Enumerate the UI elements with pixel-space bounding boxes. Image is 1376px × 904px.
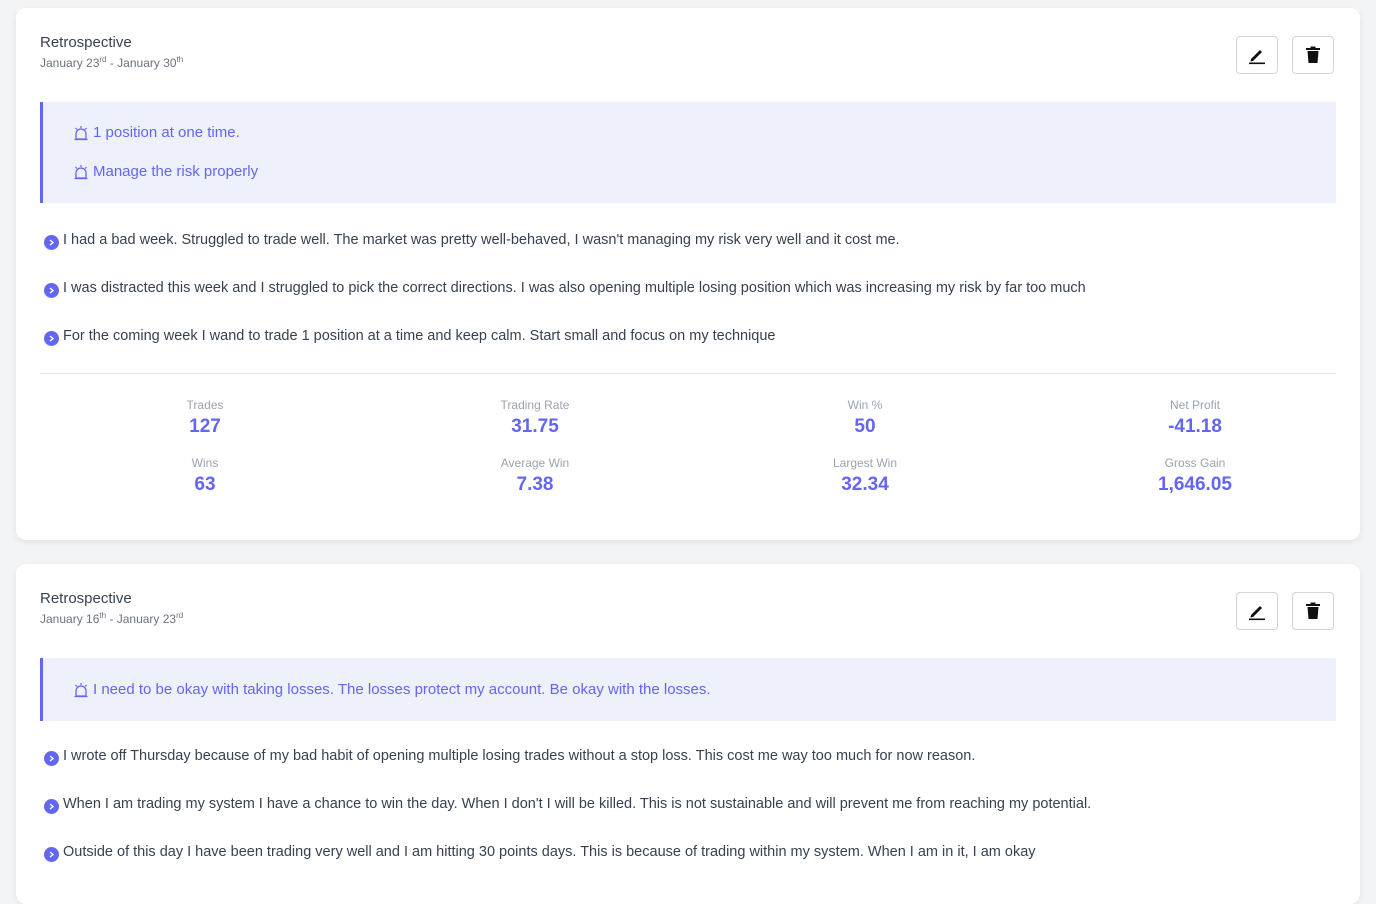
- note-text: When I am trading my system I have a cha…: [63, 796, 1092, 812]
- card-header: Retrospective January 16th - January 23r…: [40, 590, 183, 626]
- goal-text: I need to be okay with taking losses. Th…: [93, 681, 711, 698]
- goal-text: Manage the risk properly: [93, 163, 259, 180]
- stat-label: Trades: [186, 398, 224, 412]
- stat-trades: Trades 127: [40, 398, 370, 438]
- retrospective-card: Retrospective January 23rd - January 30t…: [16, 8, 1360, 540]
- pencil-icon: [1249, 606, 1265, 621]
- start-date: January 16: [40, 612, 100, 626]
- stat-value: 1,646.05: [1158, 474, 1232, 495]
- goal-item: 1 position at one time.: [73, 113, 1336, 152]
- card-title: Retrospective: [40, 590, 132, 607]
- chevron-right-icon: [44, 282, 59, 298]
- edit-button[interactable]: [1236, 592, 1278, 630]
- chevron-right-icon: [44, 750, 59, 766]
- date-range: January 23rd - January 30th: [40, 55, 183, 70]
- trash-icon: [1306, 46, 1320, 63]
- stats-grid: Trades 127 Trading Rate 31.75 Win % 50 N…: [40, 398, 1360, 496]
- stat-label: Net Profit: [1169, 398, 1220, 412]
- chevron-right-icon: [44, 234, 59, 250]
- stat-trading-rate: Trading Rate 31.75: [370, 398, 700, 438]
- stat-largest-win: Largest Win 32.34: [700, 456, 1030, 496]
- note-text: I had a bad week. Struggled to trade wel…: [63, 232, 900, 248]
- end-date: January 23: [116, 612, 177, 626]
- chevron-right-icon: [44, 846, 59, 862]
- notes-list: I wrote off Thursday because of my bad h…: [44, 732, 1344, 876]
- note-text: I wrote off Thursday because of my bad h…: [63, 748, 976, 764]
- stat-label: Win %: [847, 398, 883, 412]
- list-item: For the coming week I wand to trade 1 po…: [44, 312, 1344, 360]
- list-item: When I am trading my system I have a cha…: [44, 780, 1344, 828]
- end-date-suffix: rd: [176, 611, 184, 620]
- note-text: For the coming week I wand to trade 1 po…: [63, 328, 776, 344]
- card-header: Retrospective January 23rd - January 30t…: [40, 34, 183, 70]
- card-title: Retrospective: [40, 34, 132, 51]
- retrospective-card: Retrospective January 16th - January 23r…: [16, 564, 1360, 904]
- goal-text: 1 position at one time.: [93, 124, 240, 141]
- goals-panel: I need to be okay with taking losses. Th…: [40, 658, 1336, 721]
- stat-label: Wins: [191, 456, 219, 470]
- alarm-icon: [74, 164, 88, 179]
- edit-button[interactable]: [1236, 36, 1278, 74]
- list-item: I wrote off Thursday because of my bad h…: [44, 732, 1344, 780]
- notes-list: I had a bad week. Struggled to trade wel…: [44, 216, 1344, 360]
- goals-panel: 1 position at one time. Manage the risk …: [40, 102, 1336, 203]
- goal-item: I need to be okay with taking losses. Th…: [73, 670, 1336, 709]
- stat-label: Average Win: [500, 456, 570, 470]
- stat-wins: Wins 63: [40, 456, 370, 496]
- chevron-right-icon: [44, 798, 59, 814]
- stat-value: 31.75: [511, 416, 559, 437]
- alarm-icon: [74, 125, 88, 140]
- stat-win-percent: Win % 50: [700, 398, 1030, 438]
- stat-value: 7.38: [516, 474, 554, 495]
- end-date-suffix: th: [176, 55, 184, 64]
- note-text: Outside of this day I have been trading …: [63, 844, 1036, 860]
- stat-value: 32.34: [841, 474, 889, 495]
- stat-average-win: Average Win 7.38: [370, 456, 700, 496]
- stat-value: 63: [194, 474, 216, 495]
- list-item: I had a bad week. Struggled to trade wel…: [44, 216, 1344, 264]
- delete-button[interactable]: [1292, 592, 1334, 630]
- trash-icon: [1306, 602, 1320, 619]
- start-date-suffix: rd: [99, 55, 107, 64]
- chevron-right-icon: [44, 330, 59, 346]
- stat-gross-gain: Gross Gain 1,646.05: [1030, 456, 1360, 496]
- date-separator: -: [106, 56, 118, 70]
- list-item: Outside of this day I have been trading …: [44, 828, 1344, 876]
- list-item: I was distracted this week and I struggl…: [44, 264, 1344, 312]
- date-separator: -: [106, 612, 117, 626]
- stat-value: 50: [854, 416, 876, 437]
- note-text: I was distracted this week and I struggl…: [63, 280, 1086, 296]
- stat-value: 127: [189, 416, 221, 437]
- stat-label: Gross Gain: [1164, 456, 1226, 470]
- divider: [40, 373, 1336, 374]
- stat-value: -41.18: [1168, 416, 1222, 437]
- delete-button[interactable]: [1292, 36, 1334, 74]
- end-date: January 30: [117, 56, 177, 70]
- stat-label: Trading Rate: [500, 398, 570, 412]
- stat-net-profit: Net Profit -41.18: [1030, 398, 1360, 438]
- stat-label: Largest Win: [832, 456, 898, 470]
- alarm-icon: [74, 682, 88, 697]
- goal-item: Manage the risk properly: [73, 152, 1336, 191]
- pencil-icon: [1249, 50, 1265, 65]
- date-range: January 16th - January 23rd: [40, 611, 183, 626]
- start-date: January 23: [40, 56, 100, 70]
